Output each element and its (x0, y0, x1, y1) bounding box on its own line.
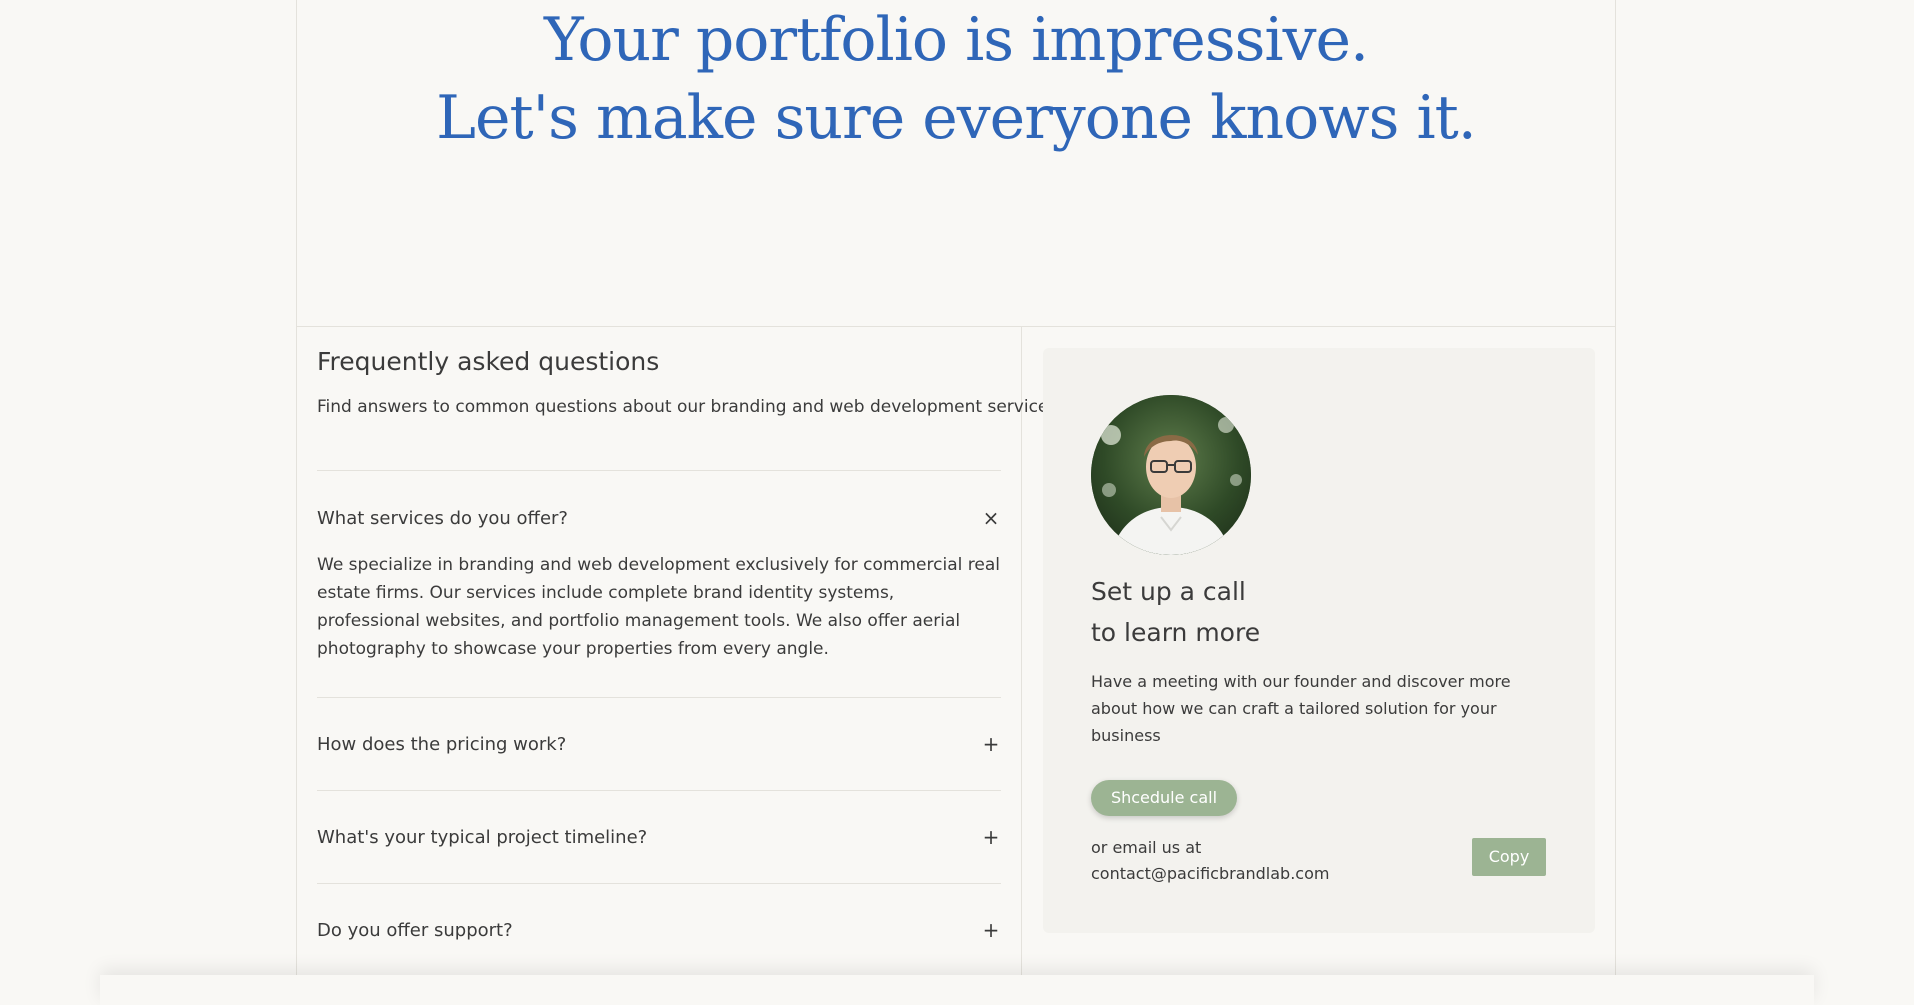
copy-email-button[interactable]: Copy (1472, 838, 1546, 876)
faq-item: How does the pricing work? + (317, 697, 1001, 790)
faq-question: How does the pricing work? (317, 733, 567, 755)
avatar (1091, 395, 1251, 555)
plus-icon[interactable]: + (981, 825, 1001, 849)
faq-answer: We specialize in branding and web develo… (317, 555, 1000, 659)
cta-title-line-2: to learn more (1091, 618, 1261, 647)
faq-question-toggle[interactable]: What's your typical project timeline? + (317, 791, 1001, 883)
email-label: or email us at (1091, 838, 1202, 857)
cta-title-line-1: Set up a call (1091, 577, 1246, 606)
bottom-bar-shadow (100, 975, 1814, 1005)
faq-question-toggle[interactable]: Do you offer support? + (317, 884, 1001, 976)
faq-subtitle: Find answers to common questions about o… (317, 397, 1063, 417)
plus-icon[interactable]: + (981, 732, 1001, 756)
close-icon[interactable]: × (981, 506, 1001, 530)
faq-question: What's your typical project timeline? (317, 826, 648, 848)
email-address[interactable]: contact@pacificbrandlab.com (1091, 860, 1329, 887)
hero-section: Your portfolio is impressive. Let's make… (297, 0, 1615, 327)
faq-item: What's your typical project timeline? + (317, 790, 1001, 883)
cta-title: Set up a call to learn more (1091, 571, 1260, 653)
faq-item: Do you offer support? + (317, 883, 1001, 976)
faq-question-toggle[interactable]: How does the pricing work? + (317, 698, 1001, 790)
faq-section: Frequently asked questions Find answers … (297, 327, 1063, 987)
faq-question: Do you offer support? (317, 919, 513, 941)
faq-list: What services do you offer? × We special… (317, 470, 1001, 977)
call-to-action-card: Set up a call to learn more Have a meeti… (1043, 348, 1595, 933)
plus-icon[interactable]: + (981, 918, 1001, 942)
cta-description: Have a meeting with our founder and disc… (1091, 672, 1511, 745)
faq-title: Frequently asked questions (317, 347, 660, 376)
schedule-call-button[interactable]: Shcedule call (1091, 780, 1237, 816)
hero-headline-line-1: Your portfolio is impressive. (543, 5, 1369, 75)
faq-question: What services do you offer? (317, 507, 568, 529)
hero-headline-line-2: Let's make sure everyone knows it. (436, 83, 1477, 153)
founder-portrait-icon (1091, 395, 1251, 555)
page-container: Your portfolio is impressive. Let's make… (296, 0, 1616, 987)
faq-item: What services do you offer? × We special… (317, 470, 1001, 697)
